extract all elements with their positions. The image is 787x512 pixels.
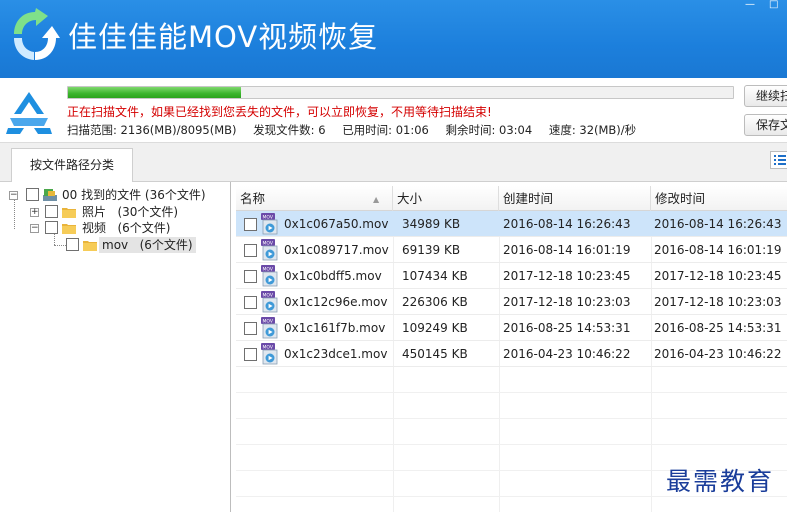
file-row[interactable]: MOV 0x1c12c96e.mov 226306 KB 2017-12-18 10:… xyxy=(236,289,787,315)
videos-checkbox[interactable] xyxy=(45,221,58,234)
row-checkbox[interactable] xyxy=(244,244,257,257)
recycle-arrows-logo xyxy=(14,8,60,60)
expand-icon[interactable]: + xyxy=(30,208,39,217)
watermark: 最需教育 xyxy=(666,467,775,496)
folder-tree: − 00 找到的文件 (36个文件) + 照片 (30个文件) − 视频 (6个… xyxy=(0,182,231,512)
row-checkbox[interactable] xyxy=(244,322,257,335)
file-created: 2016-04-23 10:46:22 xyxy=(503,347,631,361)
elapsed-time: 已用时间: 01:06 xyxy=(342,123,429,137)
file-created: 2017-12-18 10:23:03 xyxy=(503,295,631,309)
tree-label-photos: 照片 (30个文件) xyxy=(82,205,179,219)
file-size: 107434 KB xyxy=(402,269,468,283)
mov-file-icon: MOV xyxy=(261,291,278,313)
drive-icon xyxy=(43,189,57,201)
file-modified: 2016-04-23 10:46:22 xyxy=(654,347,782,361)
file-name: 0x1c23dce1.mov xyxy=(284,347,388,361)
remaining-time: 剩余时间: 03:04 xyxy=(445,123,533,137)
folder-icon xyxy=(83,241,97,251)
empty-row xyxy=(236,367,787,393)
tree-item-mov[interactable]: mov (6个文件) xyxy=(0,237,230,253)
file-created: 2017-12-18 10:23:45 xyxy=(503,269,631,283)
collapse-icon[interactable]: − xyxy=(30,224,39,233)
file-size: 69139 KB xyxy=(402,243,461,257)
file-name: 0x1c12c96e.mov xyxy=(284,295,388,309)
list-view-icon[interactable] xyxy=(770,151,787,169)
minimize-icon[interactable]: — xyxy=(745,0,757,12)
file-name: 0x1c0bdff5.mov xyxy=(284,269,382,283)
tree-label-mov: mov (6个文件) xyxy=(99,237,196,253)
row-checkbox[interactable] xyxy=(244,218,257,231)
continue-scan-button[interactable]: 继续扫 xyxy=(744,85,787,107)
file-modified: 2016-08-14 16:01:19 xyxy=(654,243,782,257)
collapse-icon[interactable]: − xyxy=(9,191,18,200)
window-controls: — □ xyxy=(743,0,783,14)
scan-panel: 正在扫描文件，如果已经找到您丢失的文件，可以立即恢复，不用等待扫描结束! 扫描范… xyxy=(0,78,787,142)
tree-item-photos[interactable]: + 照片 (30个文件) xyxy=(0,204,230,220)
scan-speed: 速度: 32(MB)/秒 xyxy=(548,123,637,137)
column-header-size[interactable]: 大小 xyxy=(393,186,499,211)
list-header: 名称 ▲ 大小 创建时间 修改时间 xyxy=(236,186,787,211)
row-checkbox[interactable] xyxy=(244,348,257,361)
mov-file-icon: MOV xyxy=(261,239,278,261)
file-row[interactable]: MOV 0x1c23dce1.mov 450145 KB 2016-04-23 10:… xyxy=(236,341,787,367)
column-header-modified[interactable]: 修改时间 xyxy=(651,186,787,211)
file-modified: 2016-08-14 16:26:43 xyxy=(654,217,782,231)
file-row[interactable]: MOV 0x1c067a50.mov 34989 KB 2016-08-14 16:2… xyxy=(236,211,787,237)
tree-label-root: 00 找到的文件 (36个文件) xyxy=(62,188,206,202)
scan-range: 扫描范围: 2136(MB)/8095(MB) xyxy=(67,123,237,137)
empty-row xyxy=(236,419,787,445)
scan-progress-bar xyxy=(67,86,734,99)
file-name: 0x1c067a50.mov xyxy=(284,217,389,231)
file-size: 450145 KB xyxy=(402,347,468,361)
column-header-name[interactable]: 名称 xyxy=(236,186,393,211)
close-icon[interactable]: □ xyxy=(769,0,781,12)
scan-status-message: 正在扫描文件，如果已经找到您丢失的文件，可以立即恢复，不用等待扫描结束! xyxy=(67,105,492,119)
mov-checkbox[interactable] xyxy=(66,238,79,251)
file-created: 2016-08-14 16:01:19 xyxy=(503,243,631,257)
mov-file-icon: MOV xyxy=(261,213,278,235)
column-header-created[interactable]: 创建时间 xyxy=(499,186,651,211)
save-button[interactable]: 保存文 xyxy=(744,114,787,136)
file-created: 2016-08-25 14:53:31 xyxy=(503,321,631,335)
title-bar: 佳佳佳能MOV视频恢复 — □ xyxy=(0,0,787,78)
file-modified: 2017-12-18 10:23:03 xyxy=(654,295,782,309)
tree-item-videos[interactable]: − 视频 (6个文件) xyxy=(0,220,230,236)
folder-icon xyxy=(62,208,76,218)
file-name: 0x1c161f7b.mov xyxy=(284,321,386,335)
scan-stats: 扫描范围: 2136(MB)/8095(MB) 发现文件数: 6 已用时间: 0… xyxy=(67,122,649,138)
row-checkbox[interactable] xyxy=(244,270,257,283)
app-title: 佳佳佳能MOV视频恢复 xyxy=(68,20,379,54)
file-created: 2016-08-14 16:26:43 xyxy=(503,217,631,231)
file-size: 34989 KB xyxy=(402,217,461,231)
file-modified: 2017-12-18 10:23:45 xyxy=(654,269,782,283)
file-size: 226306 KB xyxy=(402,295,468,309)
scan-progress-fill xyxy=(68,87,241,98)
file-row[interactable]: MOV 0x1c161f7b.mov 109249 KB 2016-08-25 14:… xyxy=(236,315,787,341)
root-checkbox[interactable] xyxy=(26,188,39,201)
tree-item-root[interactable]: − 00 找到的文件 (36个文件) xyxy=(0,187,230,203)
file-modified: 2016-08-25 14:53:31 xyxy=(654,321,782,335)
tab-by-path[interactable]: 按文件路径分类 xyxy=(11,148,133,183)
folder-icon xyxy=(62,224,76,234)
mov-file-icon: MOV xyxy=(261,265,278,287)
file-size: 109249 KB xyxy=(402,321,468,335)
mov-file-icon: MOV xyxy=(261,317,278,339)
row-checkbox[interactable] xyxy=(244,296,257,309)
file-row[interactable]: MOV 0x1c089717.mov 69139 KB 2016-08-14 16:0… xyxy=(236,237,787,263)
tree-label-videos: 视频 (6个文件) xyxy=(82,221,171,235)
found-count: 发现文件数: 6 xyxy=(253,123,326,137)
file-name: 0x1c089717.mov xyxy=(284,243,389,257)
empty-row xyxy=(236,393,787,419)
photos-checkbox[interactable] xyxy=(45,205,58,218)
recycle-scan-icon xyxy=(6,92,52,134)
file-row[interactable]: MOV 0x1c0bdff5.mov 107434 KB 2017-12-18 10:… xyxy=(236,263,787,289)
sort-ascending-icon: ▲ xyxy=(373,195,380,204)
tab-strip: 按文件路径分类 xyxy=(0,142,787,183)
mov-file-icon: MOV xyxy=(261,343,278,365)
